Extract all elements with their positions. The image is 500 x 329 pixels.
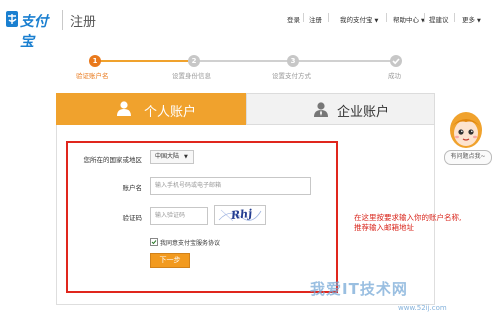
person-icon [117,101,131,116]
nav-my-alipay-link[interactable]: 我的支付宝 ▼ [340,14,378,24]
tab-business-account[interactable]: 企业账户 [246,93,435,125]
step-2-circle: 2 [188,55,200,67]
step-2-label: 设置身份信息 [172,72,211,80]
nav-separator [386,13,387,22]
helper-avatar-icon[interactable] [448,110,484,150]
step-1-circle: 1 [89,55,101,67]
step-progress-fill [100,60,190,62]
nav-separator [303,13,304,22]
nav-more-link[interactable]: 更多 ▼ [462,14,481,24]
chevron-down-icon: ▼ [477,18,481,24]
nav-feedback-link[interactable]: 提建议 [429,14,449,24]
chevron-down-icon: ▼ [374,18,379,24]
nav-separator [424,13,425,22]
step-3-label: 设置支付方式 [272,72,311,80]
nav-help-link[interactable]: 帮助中心 ▼ [393,14,425,24]
page-title: 注册 [70,15,97,30]
annotation-text: 在这里按要求输入你的账户名称, 推荐输入邮箱地址 [354,213,500,233]
header-divider [62,10,63,30]
nav-more-label: 更多 [462,16,475,24]
annotation-line-1: 在这里按要求输入你的账户名称, [354,213,462,222]
step-4-label: 成功 [388,72,401,80]
nav-help-label: 帮助中心 [393,16,419,24]
business-person-icon [314,102,328,117]
nav-separator [454,13,455,22]
site-watermark-url: www.52ij.com [398,304,447,312]
nav-separator [328,13,329,22]
nav-login-link[interactable]: 登录 [287,14,300,24]
step-1-label: 验证账户名 [76,72,109,80]
checkmark-icon [392,58,400,65]
alipay-logo[interactable]: 支付宝 [6,8,58,50]
step-3-circle: 3 [287,55,299,67]
step-4-circle [390,55,402,67]
annotation-line-2: 推荐输入邮箱地址 [354,223,414,232]
help-button[interactable]: 有问题点我~ [444,150,492,165]
highlight-box [66,141,338,293]
site-watermark: 我爱IT技术网 [310,280,408,298]
tab-personal-account[interactable]: 个人账户 [56,93,246,125]
logo-text: 支付宝 [20,14,48,50]
nav-my-alipay-label: 我的支付宝 [340,16,373,24]
alipay-logo-icon [6,11,18,27]
nav-register-link[interactable]: 注册 [309,14,322,24]
tab-business-label: 企业账户 [337,105,390,120]
tab-personal-label: 个人账户 [144,105,197,120]
